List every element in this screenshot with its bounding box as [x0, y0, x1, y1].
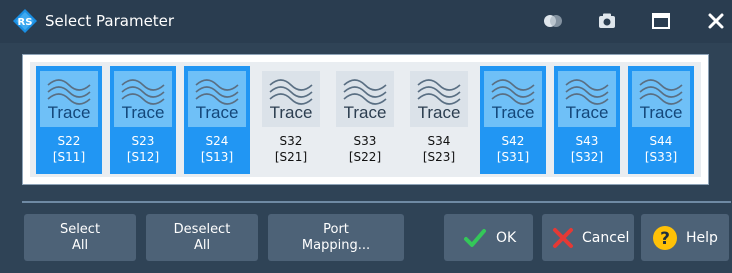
- help-button[interactable]: ? Help: [641, 214, 729, 261]
- maximize-icon[interactable]: [648, 8, 674, 34]
- select-all-label-line2: All: [71, 238, 89, 253]
- parameter-alias: [S22]: [348, 150, 382, 164]
- trace-icon-label: Trace: [491, 103, 535, 122]
- parameter-grid: Trace S22 [S11] Trace S23 [S12] Trace S24 [S13] T…: [30, 62, 701, 177]
- trace-icon: Trace: [410, 71, 468, 127]
- parameter-name: S43: [575, 134, 599, 148]
- trace-icon-label: Trace: [565, 103, 609, 122]
- wave-icon: [417, 79, 461, 105]
- port-mapping-button[interactable]: Port Mapping...: [268, 214, 404, 261]
- select-all-button[interactable]: Select All: [24, 214, 136, 261]
- title-bar: RS Select Parameter: [0, 0, 732, 43]
- parameter-panel: Trace S22 [S11] Trace S23 [S12] Trace S24 [S13] T…: [22, 54, 709, 185]
- parameter-tile-s34[interactable]: Trace S34 [S23]: [406, 66, 472, 174]
- trace-icon: Trace: [262, 71, 320, 127]
- divider: [22, 201, 731, 203]
- trace-icon: Trace: [558, 71, 616, 127]
- port-mapping-label-line2: Mapping...: [301, 238, 371, 253]
- parameter-name: S23: [131, 134, 155, 148]
- parameter-alias: [S31]: [496, 150, 530, 164]
- wave-icon: [565, 79, 609, 105]
- wave-icon: [491, 79, 535, 105]
- trace-icon: Trace: [484, 71, 542, 127]
- trace-icon-label: Trace: [195, 103, 239, 122]
- parameter-name: S34: [427, 134, 451, 148]
- window-title: Select Parameter: [45, 12, 175, 30]
- trace-icon: Trace: [188, 71, 246, 127]
- rohde-schwarz-logo-icon: RS: [13, 9, 37, 33]
- parameter-tile-s42[interactable]: Trace S42 [S31]: [480, 66, 546, 174]
- wave-icon: [343, 79, 387, 105]
- trace-icon: Trace: [40, 71, 98, 127]
- help-icon: ?: [653, 226, 677, 250]
- wave-icon: [195, 79, 239, 105]
- trace-icon: Trace: [632, 71, 690, 127]
- parameter-alias: [S13]: [200, 150, 234, 164]
- deselect-all-label-line2: All: [193, 238, 211, 253]
- parameter-name: S32: [279, 134, 303, 148]
- parameter-name: S42: [501, 134, 525, 148]
- trace-icon-label: Trace: [417, 103, 461, 122]
- parameter-alias: [S32]: [570, 150, 604, 164]
- wave-icon: [121, 79, 165, 105]
- deselect-all-button[interactable]: Deselect All: [146, 214, 258, 261]
- wave-icon: [639, 79, 683, 105]
- parameter-name: S24: [205, 134, 229, 148]
- cancel-x-icon: [553, 228, 573, 248]
- parameter-name: S22: [57, 134, 81, 148]
- select-all-label-line1: Select: [59, 222, 101, 237]
- trace-icon-label: Trace: [47, 103, 91, 122]
- deselect-all-label-line1: Deselect: [173, 222, 231, 237]
- toggle-icon[interactable]: [540, 8, 566, 34]
- wave-icon: [269, 79, 313, 105]
- ok-button[interactable]: OK: [444, 214, 533, 261]
- cancel-label: Cancel: [582, 230, 630, 246]
- trace-icon-label: Trace: [269, 103, 313, 122]
- parameter-name: S44: [649, 134, 673, 148]
- camera-icon[interactable]: [594, 8, 620, 34]
- cancel-button[interactable]: Cancel: [542, 214, 634, 261]
- select-parameter-dialog: RS Select Parameter Trace S22 [S11] Trace S2…: [0, 0, 732, 273]
- parameter-alias: [S12]: [126, 150, 160, 164]
- parameter-tile-s33[interactable]: Trace S33 [S22]: [332, 66, 398, 174]
- trace-icon-label: Trace: [121, 103, 165, 122]
- help-label: Help: [686, 230, 718, 246]
- close-icon[interactable]: [703, 8, 729, 34]
- wave-icon: [47, 79, 91, 105]
- parameter-tile-s32[interactable]: Trace S32 [S21]: [258, 66, 324, 174]
- svg-text:?: ?: [660, 229, 670, 249]
- parameter-name: S33: [353, 134, 377, 148]
- parameter-alias: [S23]: [422, 150, 456, 164]
- parameter-tile-s24[interactable]: Trace S24 [S13]: [184, 66, 250, 174]
- parameter-tile-s23[interactable]: Trace S23 [S12]: [110, 66, 176, 174]
- trace-icon: Trace: [114, 71, 172, 127]
- parameter-tile-s43[interactable]: Trace S43 [S32]: [554, 66, 620, 174]
- port-mapping-label-line1: Port: [323, 222, 349, 237]
- trace-icon-label: Trace: [343, 103, 387, 122]
- parameter-alias: [S21]: [274, 150, 308, 164]
- parameter-tile-s22[interactable]: Trace S22 [S11]: [36, 66, 102, 174]
- checkmark-icon: [464, 229, 486, 247]
- parameter-alias: [S11]: [52, 150, 86, 164]
- trace-icon: Trace: [336, 71, 394, 127]
- parameter-alias: [S33]: [644, 150, 678, 164]
- svg-text:RS: RS: [18, 17, 33, 28]
- parameter-tile-s44[interactable]: Trace S44 [S33]: [628, 66, 694, 174]
- trace-icon-label: Trace: [639, 103, 683, 122]
- ok-label: OK: [496, 230, 517, 246]
